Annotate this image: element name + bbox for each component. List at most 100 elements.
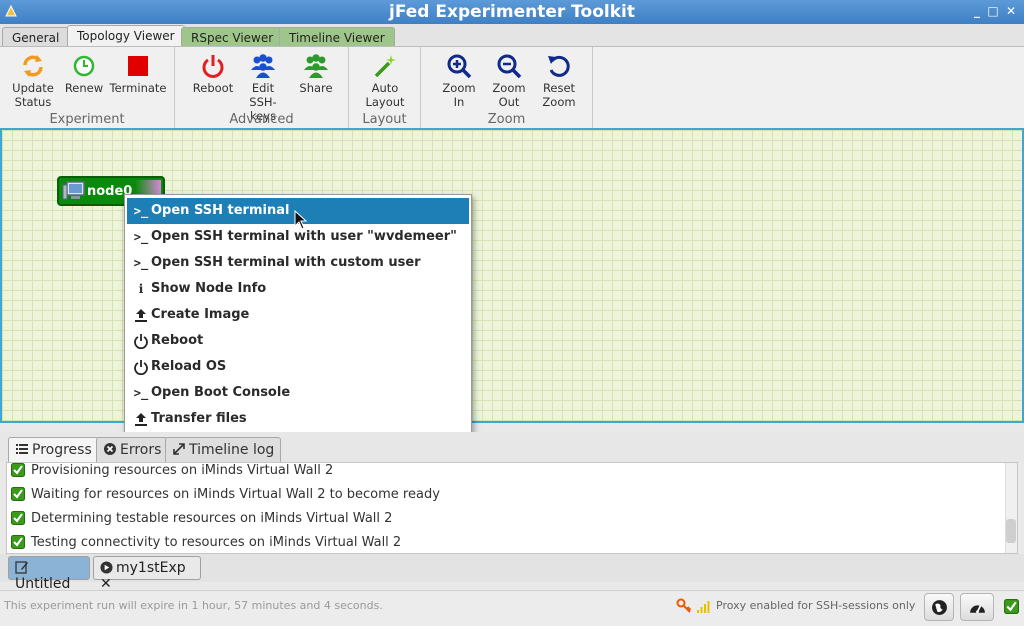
tab-general[interactable]: General — [2, 27, 70, 47]
minimize-button[interactable]: _ — [970, 4, 984, 18]
tab-progress[interactable]: Progress — [8, 437, 99, 463]
renew-button[interactable]: Renew — [62, 53, 106, 95]
menu-item-label: Transfer files — [151, 411, 247, 426]
progress-text: Testing connectivity to resources on iMi… — [31, 535, 402, 550]
play-icon — [100, 561, 113, 574]
globe-button[interactable] — [924, 593, 954, 621]
reset-zoom-label-2: Zoom — [542, 95, 576, 109]
progress-scrollbar[interactable] — [1005, 463, 1017, 553]
share-users-icon — [304, 54, 328, 78]
menu-item-show-node-info[interactable]: i Show Node Info — [127, 276, 469, 302]
progress-list: Provisioning resources on iMinds Virtual… — [6, 462, 1018, 554]
renew-label: Renew — [64, 81, 104, 95]
zoom-out-label-1: Zoom — [492, 81, 526, 95]
close-button[interactable]: ✕ — [1004, 4, 1018, 18]
reset-icon — [548, 55, 570, 77]
zoom-in-button[interactable]: Zoom In — [438, 53, 480, 109]
menu-item-transfer-files[interactable]: Transfer files — [127, 406, 469, 432]
reset-zoom-button[interactable]: Reset Zoom — [538, 53, 580, 109]
auto-layout-label-2: Layout — [365, 95, 405, 109]
menu-item-open-boot-console[interactable]: >_ Open Boot Console — [127, 380, 469, 406]
power-icon — [202, 55, 224, 78]
globe-icon — [932, 600, 947, 615]
signal-icon — [697, 601, 710, 613]
zoom-in-icon — [447, 54, 472, 79]
menu-item-label: Create Image — [151, 307, 250, 322]
menu-item-label: Open Boot Console — [151, 385, 291, 400]
share-button[interactable]: Share — [295, 53, 337, 95]
expiry-text: This experiment run will expire in 1 hou… — [4, 599, 383, 612]
checkbox-checked-icon — [11, 463, 25, 477]
edit-ssh-label-1: Edit — [251, 81, 275, 95]
progress-text: Determining testable resources on iMinds… — [31, 511, 393, 526]
terminate-label: Terminate — [109, 81, 167, 95]
menu-item-reload-os[interactable]: Reload OS — [127, 354, 469, 380]
tab-timeline-log[interactable]: Timeline log — [165, 437, 282, 463]
menu-item-label: Reboot — [151, 333, 204, 348]
status-ok-icon — [1004, 599, 1019, 614]
update-status-button[interactable]: Update Status — [10, 53, 56, 109]
experiment-tabs: Untitled my1stExp ✕ — [0, 554, 1024, 592]
group-experiment: Update Status Renew Terminate Experiment — [0, 47, 175, 129]
menu-item-open-ssh-terminal-custom[interactable]: >_ Open SSH terminal with custom user — [127, 250, 469, 276]
expand-icon — [173, 443, 185, 455]
reset-zoom-label-1: Reset — [542, 81, 576, 95]
auto-layout-button[interactable]: Auto Layout — [361, 53, 409, 109]
menu-item-label: Reload OS — [151, 359, 227, 374]
tab-progress-label: Progress — [32, 442, 92, 458]
upload-icon — [135, 413, 147, 426]
progress-text: Provisioning resources on iMinds Virtual… — [31, 463, 334, 478]
power-icon — [134, 334, 148, 349]
menu-item-reboot[interactable]: Reboot — [127, 328, 469, 354]
menu-item-label: Open SSH terminal with user "wvdemeer" — [151, 229, 457, 244]
dashboard-button[interactable] — [960, 593, 994, 621]
node-context-menu: >_ Open SSH terminal >_ Open SSH termina… — [124, 194, 472, 436]
tab-rspec-viewer[interactable]: RSpec Viewer — [181, 27, 284, 47]
upload-icon — [135, 309, 147, 322]
group-label-experiment: Experiment — [49, 112, 125, 127]
tab-topology-viewer[interactable]: Topology Viewer — [67, 25, 185, 48]
zoom-out-icon — [497, 54, 522, 79]
menu-item-create-image[interactable]: Create Image — [127, 302, 469, 328]
main-tabs: General Topology Viewer RSpec Viewer Tim… — [0, 24, 1024, 48]
terminal-icon: >_ — [133, 204, 149, 218]
reboot-label: Reboot — [192, 81, 234, 95]
group-advanced: Reboot Edit SSH-keys Share Advanced — [175, 47, 349, 129]
experiment-tab-untitled[interactable]: Untitled — [8, 556, 90, 592]
group-label-zoom: Zoom — [487, 112, 526, 127]
mouse-cursor-icon — [294, 210, 308, 230]
computer-icon — [62, 181, 85, 200]
update-status-label-1: Update — [12, 81, 54, 95]
terminal-icon: >_ — [133, 230, 149, 244]
auto-layout-label-1: Auto — [371, 81, 399, 95]
maximize-button[interactable]: □ — [986, 4, 1000, 18]
zoom-in-label-2: In — [453, 95, 465, 109]
scrollbar-thumb[interactable] — [1006, 519, 1016, 543]
tab-errors-label: Errors — [120, 442, 162, 458]
group-zoom: Zoom In Zoom Out Reset Zoom Zoom — [421, 47, 593, 129]
tab-timeline-viewer[interactable]: Timeline Viewer — [279, 27, 395, 47]
info-icon: i — [138, 282, 144, 296]
ribbon-toolbar: Update Status Renew Terminate Experiment — [0, 46, 1024, 129]
log-tabs: Progress Errors Timeline log — [0, 432, 1024, 463]
clock-icon — [73, 55, 95, 77]
refresh-icon — [23, 55, 43, 77]
group-label-advanced: Advanced — [229, 112, 294, 127]
group-label-layout: Layout — [362, 112, 407, 127]
experiment-tab-my1stexp[interactable]: my1stExp ✕ — [93, 556, 201, 592]
menu-item-label: Open SSH terminal with custom user — [151, 255, 421, 270]
tab-timeline-log-label: Timeline log — [189, 442, 275, 458]
key-icon — [676, 598, 692, 613]
status-bar: This experiment run will expire in 1 hou… — [0, 590, 1024, 626]
terminal-icon: >_ — [133, 386, 149, 400]
checkbox-checked-icon — [11, 487, 25, 501]
title-bar: jFed Experimenter Toolkit _ □ ✕ — [0, 0, 1024, 24]
tab-errors[interactable]: Errors — [96, 437, 169, 463]
update-status-label-2: Status — [14, 95, 52, 109]
menu-item-label: Show Node Info — [151, 281, 267, 296]
zoom-out-button[interactable]: Zoom Out — [488, 53, 530, 109]
progress-text: Waiting for resources on iMinds Virtual … — [31, 487, 440, 502]
terminate-button[interactable]: Terminate — [107, 53, 169, 95]
reboot-toolbar-button[interactable]: Reboot — [191, 53, 235, 95]
group-layout: Auto Layout Layout — [349, 47, 421, 129]
